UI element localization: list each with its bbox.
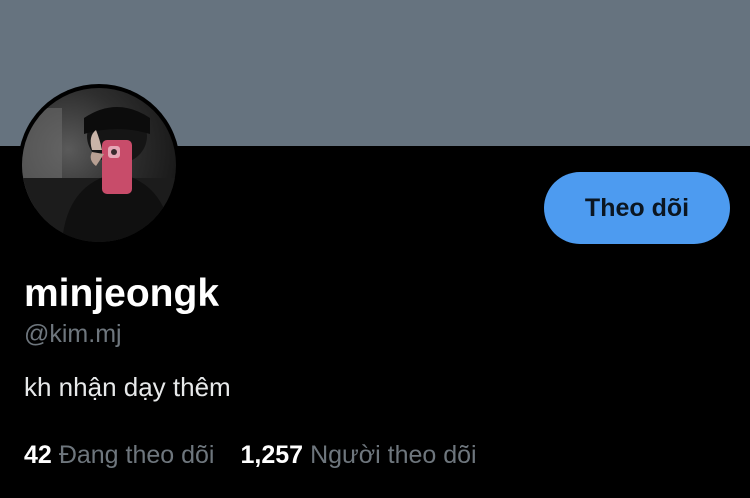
username-handle: @kim.mj [24,320,122,348]
avatar-photo [22,88,176,242]
following-count: 42 [24,441,52,469]
followers-count: 1,257 [240,441,304,469]
following-label: Đang theo dõi [58,441,215,469]
avatar[interactable] [18,84,180,246]
follow-button[interactable]: Theo dõi [544,172,730,244]
profile-bio: kh nhận dạy thêm [24,372,231,402]
profile-page: Theo dõi minjeongk @kim.mj kh nhận dạy t… [0,0,750,498]
following-link[interactable]: 42 Đang theo dõi [24,438,215,472]
followers-label: Người theo dõi [310,441,477,469]
followers-link[interactable]: 1,257 Người theo dõi [241,438,477,472]
display-name: minjeongk [24,272,220,315]
profile-stats: 42 Đang theo dõi 1,257 Người theo dõi [24,438,503,472]
